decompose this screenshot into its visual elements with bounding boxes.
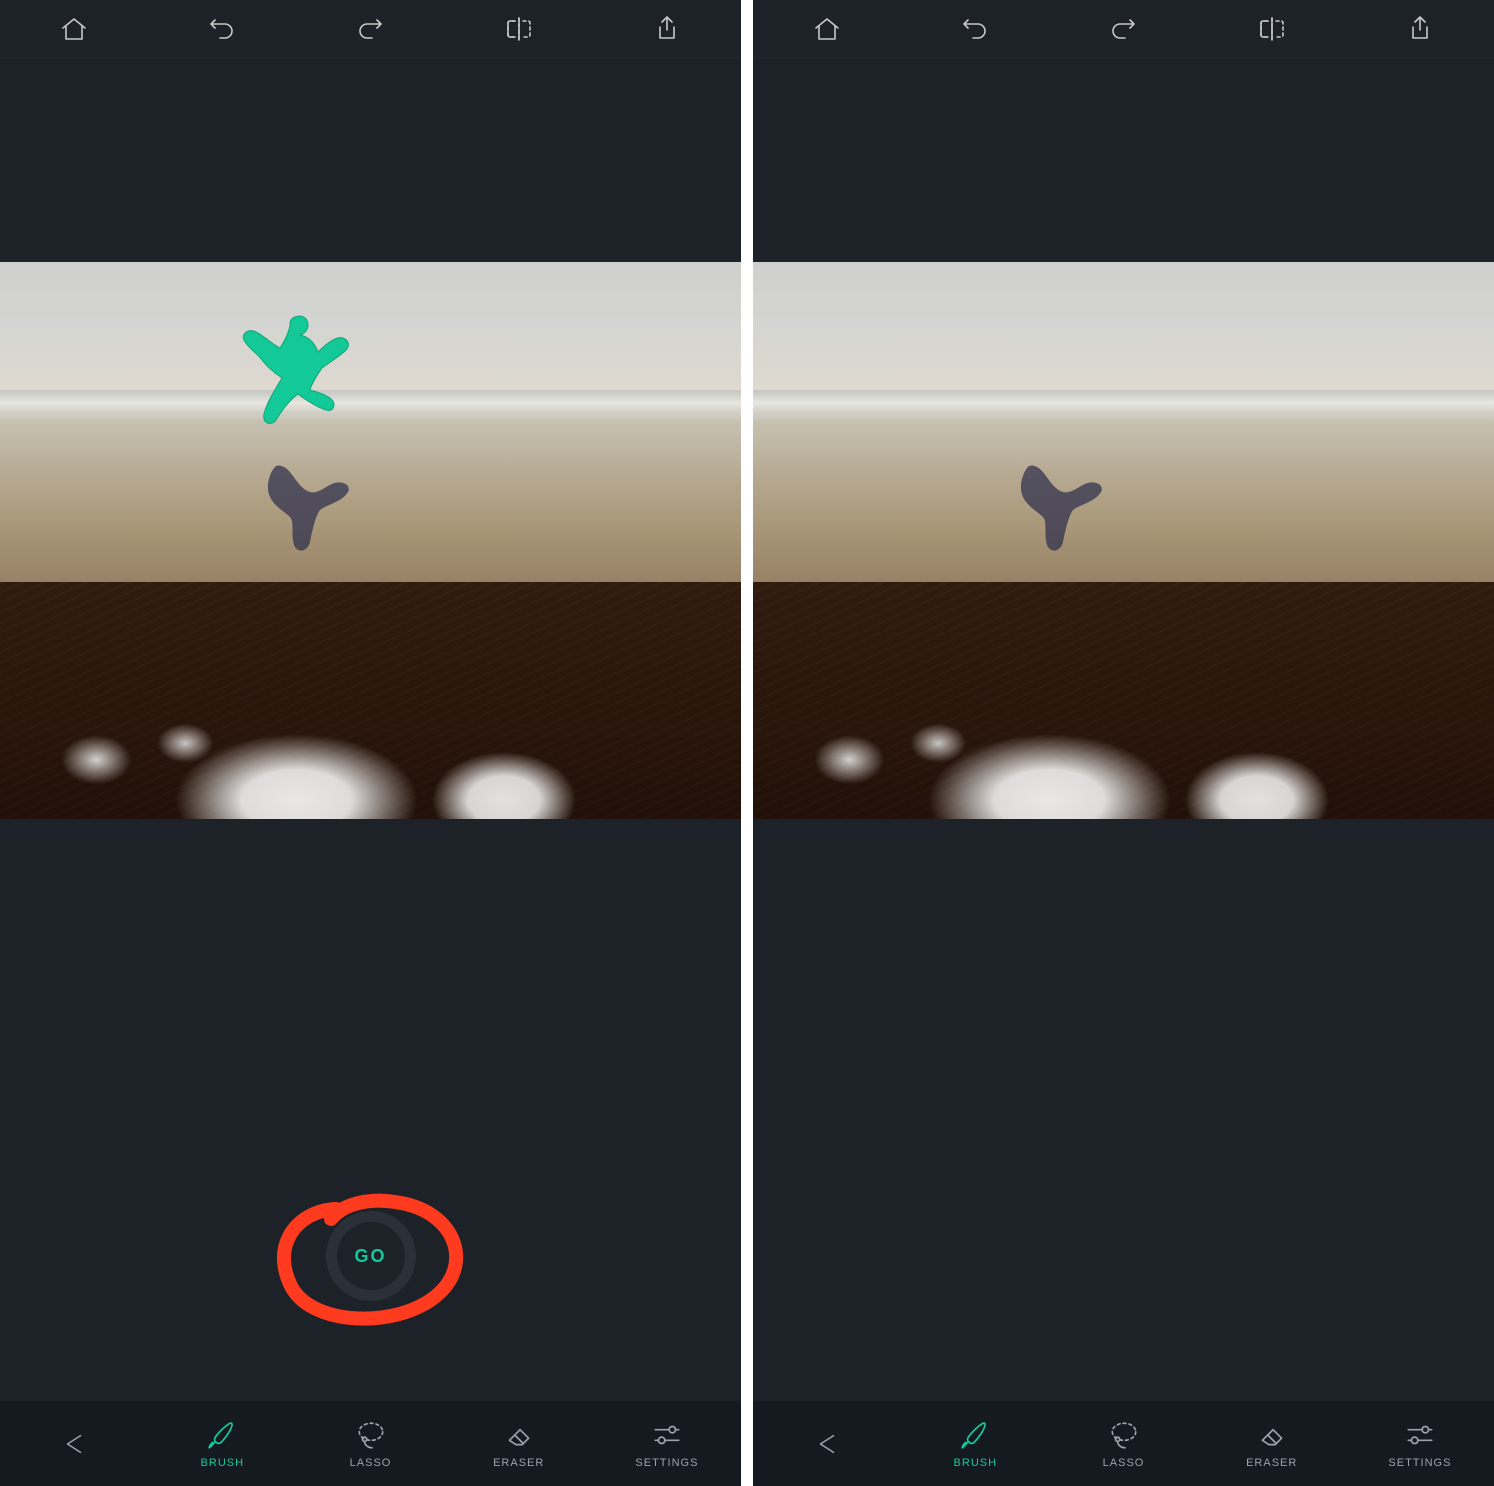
tool-lasso[interactable]: LASSO — [1049, 1401, 1197, 1486]
bottom-toolbar: BRUSH LASSO ERASER SETTINGS — [753, 1401, 1494, 1486]
tool-label: BRUSH — [954, 1457, 998, 1469]
go-label: GO — [354, 1246, 386, 1267]
share-icon[interactable] — [638, 0, 696, 58]
tool-settings[interactable]: SETTINGS — [593, 1401, 741, 1486]
tool-eraser[interactable]: ERASER — [1198, 1401, 1346, 1486]
reflection — [240, 462, 370, 562]
bottom-toolbar: BRUSH LASSO ERASER SETTINGS — [0, 1401, 741, 1486]
tool-label: ERASER — [493, 1457, 544, 1469]
editor-canvas[interactable]: GO — [0, 58, 741, 1401]
tool-label: SETTINGS — [1388, 1457, 1451, 1469]
compare-icon[interactable] — [490, 0, 548, 58]
left-screen: GO BRUSH LASSO ERASER SETTINGS — [0, 0, 741, 1486]
tool-label: SETTINGS — [635, 1457, 698, 1469]
tool-label: BRUSH — [201, 1457, 245, 1469]
screen-divider — [741, 0, 753, 1486]
brush-highlight-overlay — [240, 312, 370, 432]
undo-icon[interactable] — [193, 0, 251, 58]
tool-label: ERASER — [1246, 1457, 1297, 1469]
reflection — [993, 462, 1123, 562]
right-screen: BRUSH LASSO ERASER SETTINGS — [753, 0, 1494, 1486]
redo-icon[interactable] — [1094, 0, 1152, 58]
undo-icon[interactable] — [946, 0, 1004, 58]
top-toolbar — [753, 0, 1494, 58]
photo — [0, 262, 741, 819]
tool-settings[interactable]: SETTINGS — [1346, 1401, 1494, 1486]
top-toolbar — [0, 0, 741, 58]
tool-brush[interactable]: BRUSH — [148, 1401, 296, 1486]
tool-lasso[interactable]: LASSO — [296, 1401, 444, 1486]
home-icon[interactable] — [45, 0, 103, 58]
tool-brush[interactable]: BRUSH — [901, 1401, 1049, 1486]
tool-label: LASSO — [1103, 1457, 1145, 1469]
compare-icon[interactable] — [1243, 0, 1301, 58]
share-icon[interactable] — [1391, 0, 1449, 58]
redo-icon[interactable] — [341, 0, 399, 58]
back-arrow-icon[interactable] — [0, 1401, 148, 1486]
back-arrow-icon[interactable] — [753, 1401, 901, 1486]
editor-canvas[interactable] — [753, 58, 1494, 1401]
photo — [753, 262, 1494, 819]
home-icon[interactable] — [798, 0, 856, 58]
tool-eraser[interactable]: ERASER — [445, 1401, 593, 1486]
tool-label: LASSO — [350, 1457, 392, 1469]
go-button[interactable]: GO — [326, 1211, 416, 1301]
